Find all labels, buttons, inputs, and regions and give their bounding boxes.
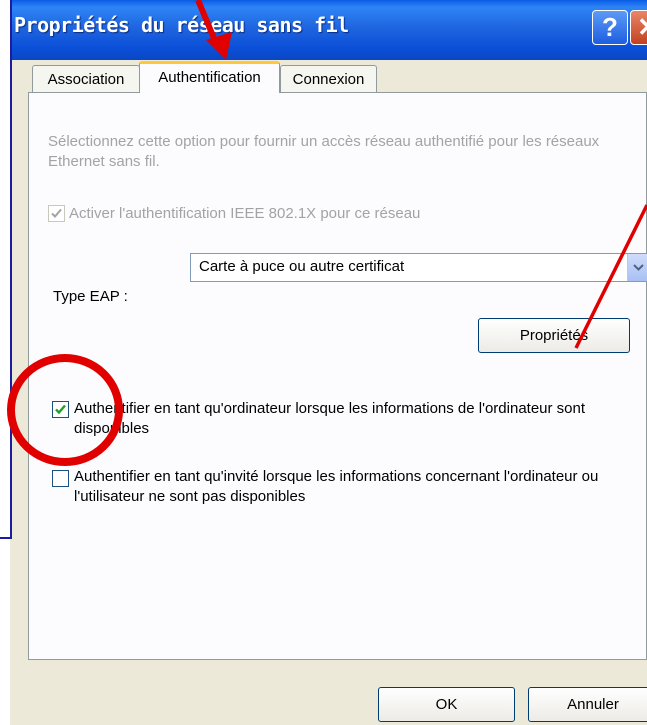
background-window-edge <box>0 0 12 539</box>
tab-association[interactable]: Association <box>32 65 140 92</box>
tab-panel-authentification <box>28 92 647 660</box>
checkmark-icon <box>51 208 62 218</box>
guest-auth-label: Authentifier en tant qu'invité lorsque l… <box>74 468 599 505</box>
tab-connexion[interactable]: Connexion <box>280 65 377 92</box>
ok-button[interactable]: OK <box>378 687 515 722</box>
eap-type-value: Carte à puce ou autre certificat <box>199 258 405 275</box>
eap-properties-button[interactable]: Propriétés <box>478 318 630 353</box>
chevron-down-icon[interactable] <box>627 254 647 281</box>
computer-auth-checkbox[interactable] <box>52 401 69 418</box>
title-bar[interactable]: Propriétés du réseau sans fil ? ✕ <box>10 0 647 60</box>
dialog-window: Propriétés du réseau sans fil ? ✕ Associ… <box>10 0 647 725</box>
computer-auth-label: Authentifier en tant qu'ordinateur lorsq… <box>74 400 586 437</box>
cancel-button[interactable]: Annuler <box>528 687 647 722</box>
help-button[interactable]: ? <box>592 10 628 45</box>
eap-type-label: Type EAP : <box>53 288 128 305</box>
guest-auth-checkbox[interactable] <box>52 470 69 487</box>
background-window-edge-bottom <box>0 537 12 539</box>
ieee-8021x-label: Activer l'authentification IEEE 802.1X p… <box>69 205 421 222</box>
ieee-8021x-checkbox[interactable] <box>48 205 65 222</box>
close-button[interactable]: ✕ <box>630 10 647 45</box>
eap-type-select[interactable]: Carte à puce ou autre certificat <box>190 253 647 282</box>
window-title: Propriétés du réseau sans fil <box>14 13 349 37</box>
auth-description: Sélectionnez cette option pour fournir u… <box>48 133 600 170</box>
checkmark-icon <box>55 404 66 415</box>
tab-authentification[interactable]: Authentification <box>139 61 280 93</box>
